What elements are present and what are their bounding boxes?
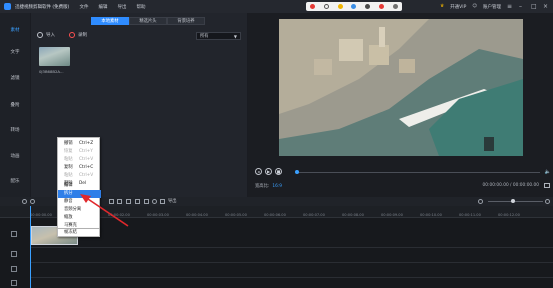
app-window: 迅捷视频剪辑软件 (免费版) 文件 编辑 导出 帮助 ♛ 开通VIP ☺ 账户管… (0, 0, 553, 288)
annotation-arrow-icon (80, 194, 129, 227)
